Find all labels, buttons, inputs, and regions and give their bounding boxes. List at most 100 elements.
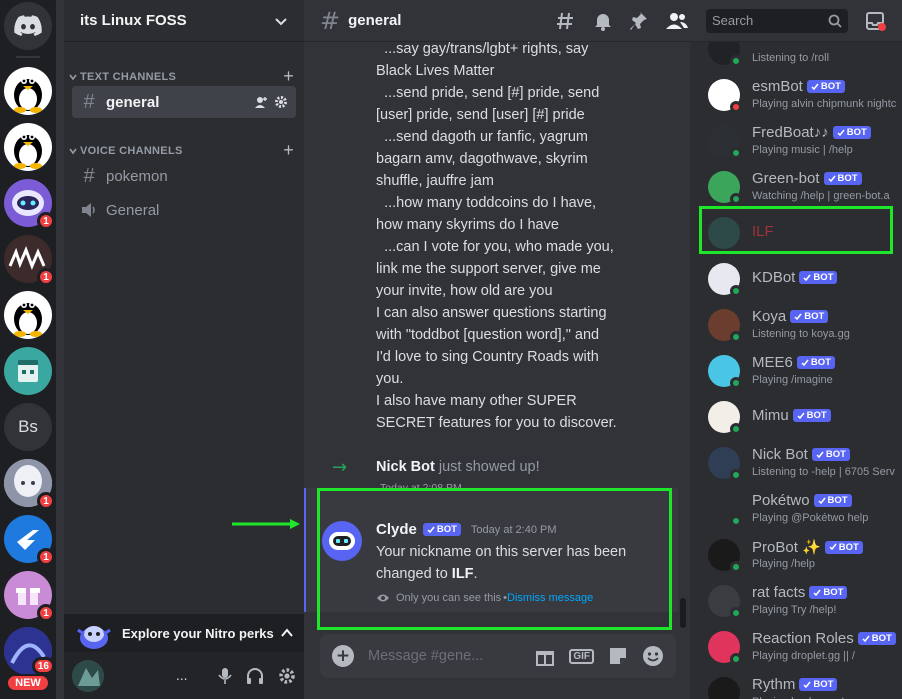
server-icon-robot[interactable]: 1 — [4, 179, 55, 230]
channel-voice-general[interactable]: General — [72, 194, 296, 226]
home-button[interactable] — [4, 2, 52, 50]
sticker-icon[interactable] — [608, 646, 628, 666]
server-icon-linux[interactable] — [4, 67, 52, 115]
gif-icon[interactable]: GIF — [569, 648, 594, 664]
member-item[interactable]: Mimu BOT — [700, 396, 902, 438]
channel-general[interactable]: # general — [72, 86, 296, 118]
verified-check-icon — [816, 451, 824, 458]
member-name: Pokétwo — [752, 492, 810, 509]
highlight-box-member-ilf — [699, 206, 893, 254]
headphones-icon[interactable] — [246, 667, 264, 685]
message-body: ...say gay/trans/lgbt+ rights, say Black… — [376, 41, 617, 431]
member-name: KDBot — [752, 269, 796, 286]
server-icon-linux-3[interactable] — [4, 291, 52, 339]
message-input[interactable]: Message #gene... — [368, 648, 535, 664]
server-initials: Bs — [4, 403, 52, 451]
emoji-icon[interactable] — [642, 645, 664, 667]
status-indicator — [730, 469, 742, 481]
new-badge: NEW — [6, 674, 50, 692]
server-icon-anime[interactable]: 1 — [4, 459, 55, 510]
member-item[interactable]: Reaction Roles BOT Playing droplet.gg || / — [700, 626, 902, 668]
bot-badge: BOT — [799, 678, 838, 691]
server-name: its Linux FOSS — [80, 12, 187, 29]
chevron-down-icon — [69, 148, 77, 154]
member-activity: Listening to /roll — [752, 52, 830, 64]
gift-icon[interactable] — [535, 646, 555, 666]
server-header[interactable]: its Linux FOSS — [64, 0, 304, 42]
member-item[interactable]: RythmBOTPlaying back soon! — [700, 672, 902, 699]
verified-check-icon — [794, 313, 802, 320]
server-icon-gift[interactable]: 1 — [4, 571, 55, 622]
pin-icon[interactable] — [630, 11, 648, 31]
bot-badge-label: BOT — [813, 272, 834, 283]
bot-badge: BOT — [824, 540, 863, 554]
status-indicator — [730, 55, 742, 67]
member-name: MEE6 — [752, 354, 793, 371]
scrollbar-thumb[interactable] — [680, 598, 686, 628]
inbox-icon[interactable] — [866, 11, 886, 31]
bot-badge: BOT — [823, 172, 862, 185]
bell-icon[interactable] — [594, 11, 612, 31]
member-item[interactable]: Koya BOT Listening to koya.gg — [700, 304, 902, 346]
bot-badge: BOT — [792, 409, 831, 422]
search-input[interactable]: Search — [706, 8, 848, 33]
status-indicator — [730, 515, 742, 527]
member-item[interactable]: Listening to /roll — [700, 42, 902, 70]
join-arrow-icon: → — [332, 456, 348, 478]
chevron-down-icon — [275, 17, 287, 25]
microphone-icon[interactable] — [218, 667, 232, 685]
channel-name: General — [106, 201, 160, 219]
bot-badge: BOT — [832, 126, 871, 139]
member-item[interactable]: Green-bot BOT Watching /help | green-bot.a — [700, 166, 902, 208]
member-name: rat facts — [752, 584, 806, 601]
user-avatar[interactable] — [72, 659, 104, 692]
channel-pokemon[interactable]: # pokemon — [72, 160, 296, 192]
threads-icon[interactable] — [556, 11, 576, 31]
server-icon-bs[interactable]: Bs — [4, 403, 52, 451]
message-composer[interactable]: + Message #gene... GIF — [320, 634, 676, 678]
server-rail: 1 1 Bs 1 1 1 16 NEW — [0, 0, 56, 699]
speaker-icon — [82, 203, 95, 217]
member-name-row: MEE6 BOT — [752, 354, 835, 371]
members-icon[interactable] — [666, 12, 688, 30]
server-icon-arrow[interactable]: 1 — [4, 515, 55, 566]
server-icon-linux-2[interactable] — [4, 123, 52, 171]
member-item[interactable]: ProBot ✨ BOT Playing /help — [700, 534, 902, 576]
member-name-row: Rythm BOT — [752, 676, 838, 693]
member-item[interactable]: Nick Bot BOT Listening to -help | 6705 Ser… — [700, 442, 902, 484]
create-channel-icon[interactable]: + — [283, 66, 294, 87]
invite-user-icon[interactable] — [254, 95, 268, 109]
server-icon-bucket[interactable] — [4, 347, 52, 395]
join-suffix: just showed up! — [434, 459, 540, 475]
server-icon-dark[interactable]: 16 — [4, 627, 55, 675]
member-name-row: rat facts BOT — [752, 584, 848, 601]
tux-icon — [4, 67, 52, 115]
bot-badge-label: BOT — [825, 449, 846, 460]
member-name: Nick Bot — [752, 446, 808, 463]
member-item[interactable]: Pokétwo BOT Playing @Pokétwo help — [700, 488, 902, 530]
status-indicator — [730, 285, 742, 297]
bucket-icon — [4, 347, 52, 395]
bot-badge: BOT — [813, 494, 852, 507]
nitro-promo[interactable]: Explore your Nitro perks — [64, 614, 304, 652]
status-indicator — [730, 561, 742, 573]
member-item[interactable]: KDBot BOT — [700, 258, 902, 300]
member-name: esmBot — [752, 78, 803, 95]
server-icon-shit[interactable]: 1 — [4, 235, 55, 286]
gear-icon[interactable] — [274, 95, 288, 109]
member-item[interactable]: FredBoat♪♪ BOT Playing music | /help — [700, 120, 902, 162]
status-indicator — [730, 607, 742, 619]
bot-badge-label: BOT — [838, 541, 859, 553]
category-label: VOICE CHANNELS — [80, 144, 183, 157]
member-item[interactable]: rat facts BOT Playing Try /help! — [700, 580, 902, 622]
join-username[interactable]: Nick Bot — [376, 459, 435, 475]
create-channel-icon[interactable]: + — [283, 140, 294, 161]
discord-logo-icon — [14, 15, 42, 37]
member-item[interactable]: esmBot BOT Playing alvin chipmunk nightc — [700, 74, 902, 116]
status-indicator — [730, 653, 742, 665]
gear-icon[interactable] — [278, 667, 296, 685]
category-voice-channels[interactable]: VOICE CHANNELS + — [68, 140, 294, 161]
member-item[interactable]: MEE6 BOT Playing /imagine — [700, 350, 902, 392]
category-text-channels[interactable]: TEXT CHANNELS + — [68, 66, 294, 87]
upload-button[interactable]: + — [332, 645, 354, 667]
